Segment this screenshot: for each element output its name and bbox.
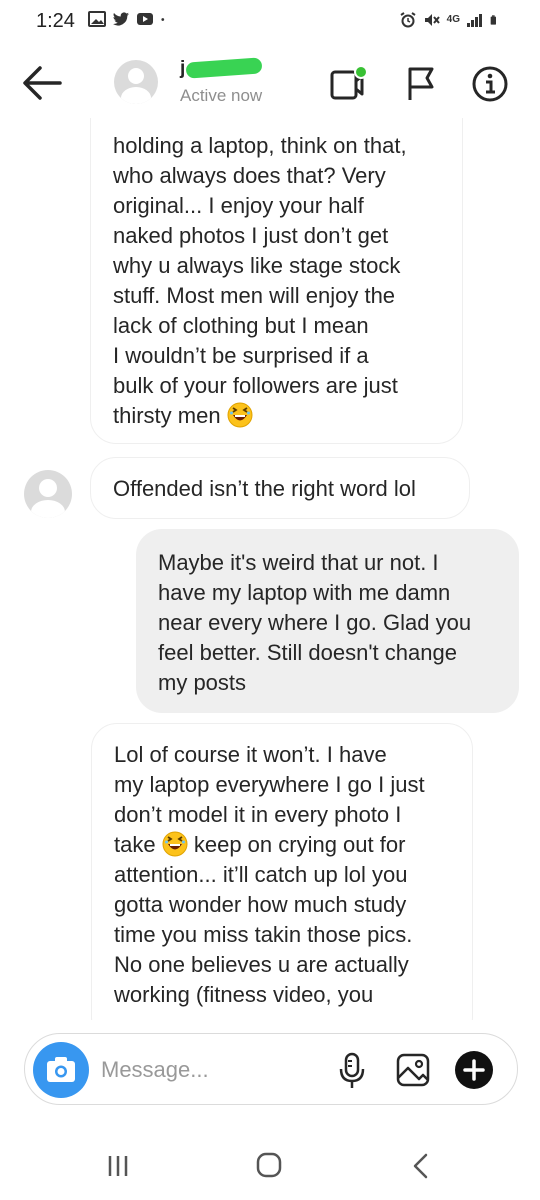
- message-line: working (fitness video, you: [114, 982, 374, 1007]
- message-line: who always does that? Very: [113, 163, 386, 188]
- youtube-icon: [137, 13, 153, 25]
- message-line: time you miss takin those pics.: [114, 922, 413, 947]
- recents-icon[interactable]: [104, 1154, 132, 1178]
- signal-icon: [467, 14, 482, 27]
- message-line: naked photos I just don’t get: [113, 223, 389, 248]
- camera-icon: [47, 1057, 75, 1082]
- message-line: don’t model it in every photo I: [114, 802, 402, 827]
- status-icons-right: 4G: [399, 12, 502, 28]
- message-line: thirsty men: [113, 401, 440, 431]
- plus-icon: [463, 1059, 485, 1081]
- battery-icon: [490, 15, 496, 25]
- alarm-icon: [400, 12, 416, 28]
- back-arrow-icon[interactable]: [20, 62, 64, 102]
- network-4g-icon: 4G: [446, 14, 460, 25]
- back-chevron-icon[interactable]: [409, 1152, 433, 1180]
- message-bubble-outgoing[interactable]: Maybe it's weird that ur not. I have my …: [136, 529, 519, 713]
- message-line: why u always like stage stock: [113, 253, 401, 278]
- message-line: No one believes u are actually: [114, 952, 409, 977]
- add-button[interactable]: [455, 1051, 493, 1089]
- message-line: take keep on crying out for: [114, 830, 450, 860]
- message-line: I wouldn’t be surprised if a: [113, 343, 369, 368]
- message-line: my laptop everywhere I go I just: [114, 772, 425, 797]
- message-bubble-incoming[interactable]: holding a laptop, think on that, who alw…: [90, 118, 463, 444]
- message-line: my posts: [158, 670, 247, 695]
- sender-avatar[interactable]: [24, 470, 72, 518]
- status-icons-left: [88, 11, 170, 27]
- message-text: take: [114, 832, 156, 857]
- chat-header: j Active now: [0, 46, 540, 118]
- message-line: attention... it’ll catch up lol you: [114, 862, 408, 887]
- message-text: thirsty men: [113, 403, 221, 428]
- dot-icon: [161, 18, 165, 21]
- message-line: have my laptop with me damn: [158, 580, 451, 605]
- message-line: Lol of course it won’t. I have: [114, 742, 387, 767]
- username[interactable]: j: [180, 58, 185, 80]
- video-call-icon[interactable]: [328, 64, 368, 104]
- status-bar: 1:24 4G: [0, 0, 540, 46]
- system-navbar: [0, 1128, 540, 1200]
- message-line: holding a laptop, think on that,: [113, 133, 407, 158]
- active-status: Active now: [180, 86, 263, 105]
- camera-button[interactable]: [33, 1042, 89, 1098]
- message-composer: [24, 1033, 518, 1105]
- message-line: Maybe it's weird that ur not. I: [158, 550, 439, 575]
- message-thread[interactable]: holding a laptop, think on that, who alw…: [0, 118, 540, 1020]
- redaction-mark: [185, 57, 263, 79]
- message-line: stuff. Most men will enjoy the: [113, 283, 396, 308]
- flag-icon[interactable]: [403, 64, 439, 104]
- message-line: lack of clothing but I mean: [113, 313, 369, 338]
- message-line: original... I enjoy your half: [113, 193, 364, 218]
- message-text: keep on crying out for: [193, 832, 406, 857]
- message-bubble-incoming[interactable]: Offended isn’t the right word lol: [90, 457, 470, 519]
- laughing-face-icon: [162, 831, 188, 857]
- mute-icon: [424, 14, 440, 26]
- message-line: near every where I go. Glad you: [158, 610, 472, 635]
- home-icon[interactable]: [255, 1151, 283, 1179]
- message-text: Offended isn’t the right word lol: [113, 476, 416, 501]
- message-line: gotta wonder how much study: [114, 892, 407, 917]
- message-input[interactable]: [101, 1052, 321, 1088]
- avatar[interactable]: [114, 60, 158, 104]
- message-line: bulk of your followers are just: [113, 373, 398, 398]
- message-bubble-incoming[interactable]: Lol of course it won’t. I have my laptop…: [91, 723, 473, 1020]
- microphone-icon[interactable]: [337, 1052, 367, 1090]
- info-icon[interactable]: [470, 64, 510, 104]
- message-line: feel better. Still doesn't change: [158, 640, 457, 665]
- twitter-icon: [113, 12, 129, 26]
- laughing-face-icon: [227, 402, 253, 428]
- gallery-icon[interactable]: [395, 1052, 431, 1088]
- status-time: 1:24: [36, 10, 75, 32]
- image-icon: [88, 11, 106, 27]
